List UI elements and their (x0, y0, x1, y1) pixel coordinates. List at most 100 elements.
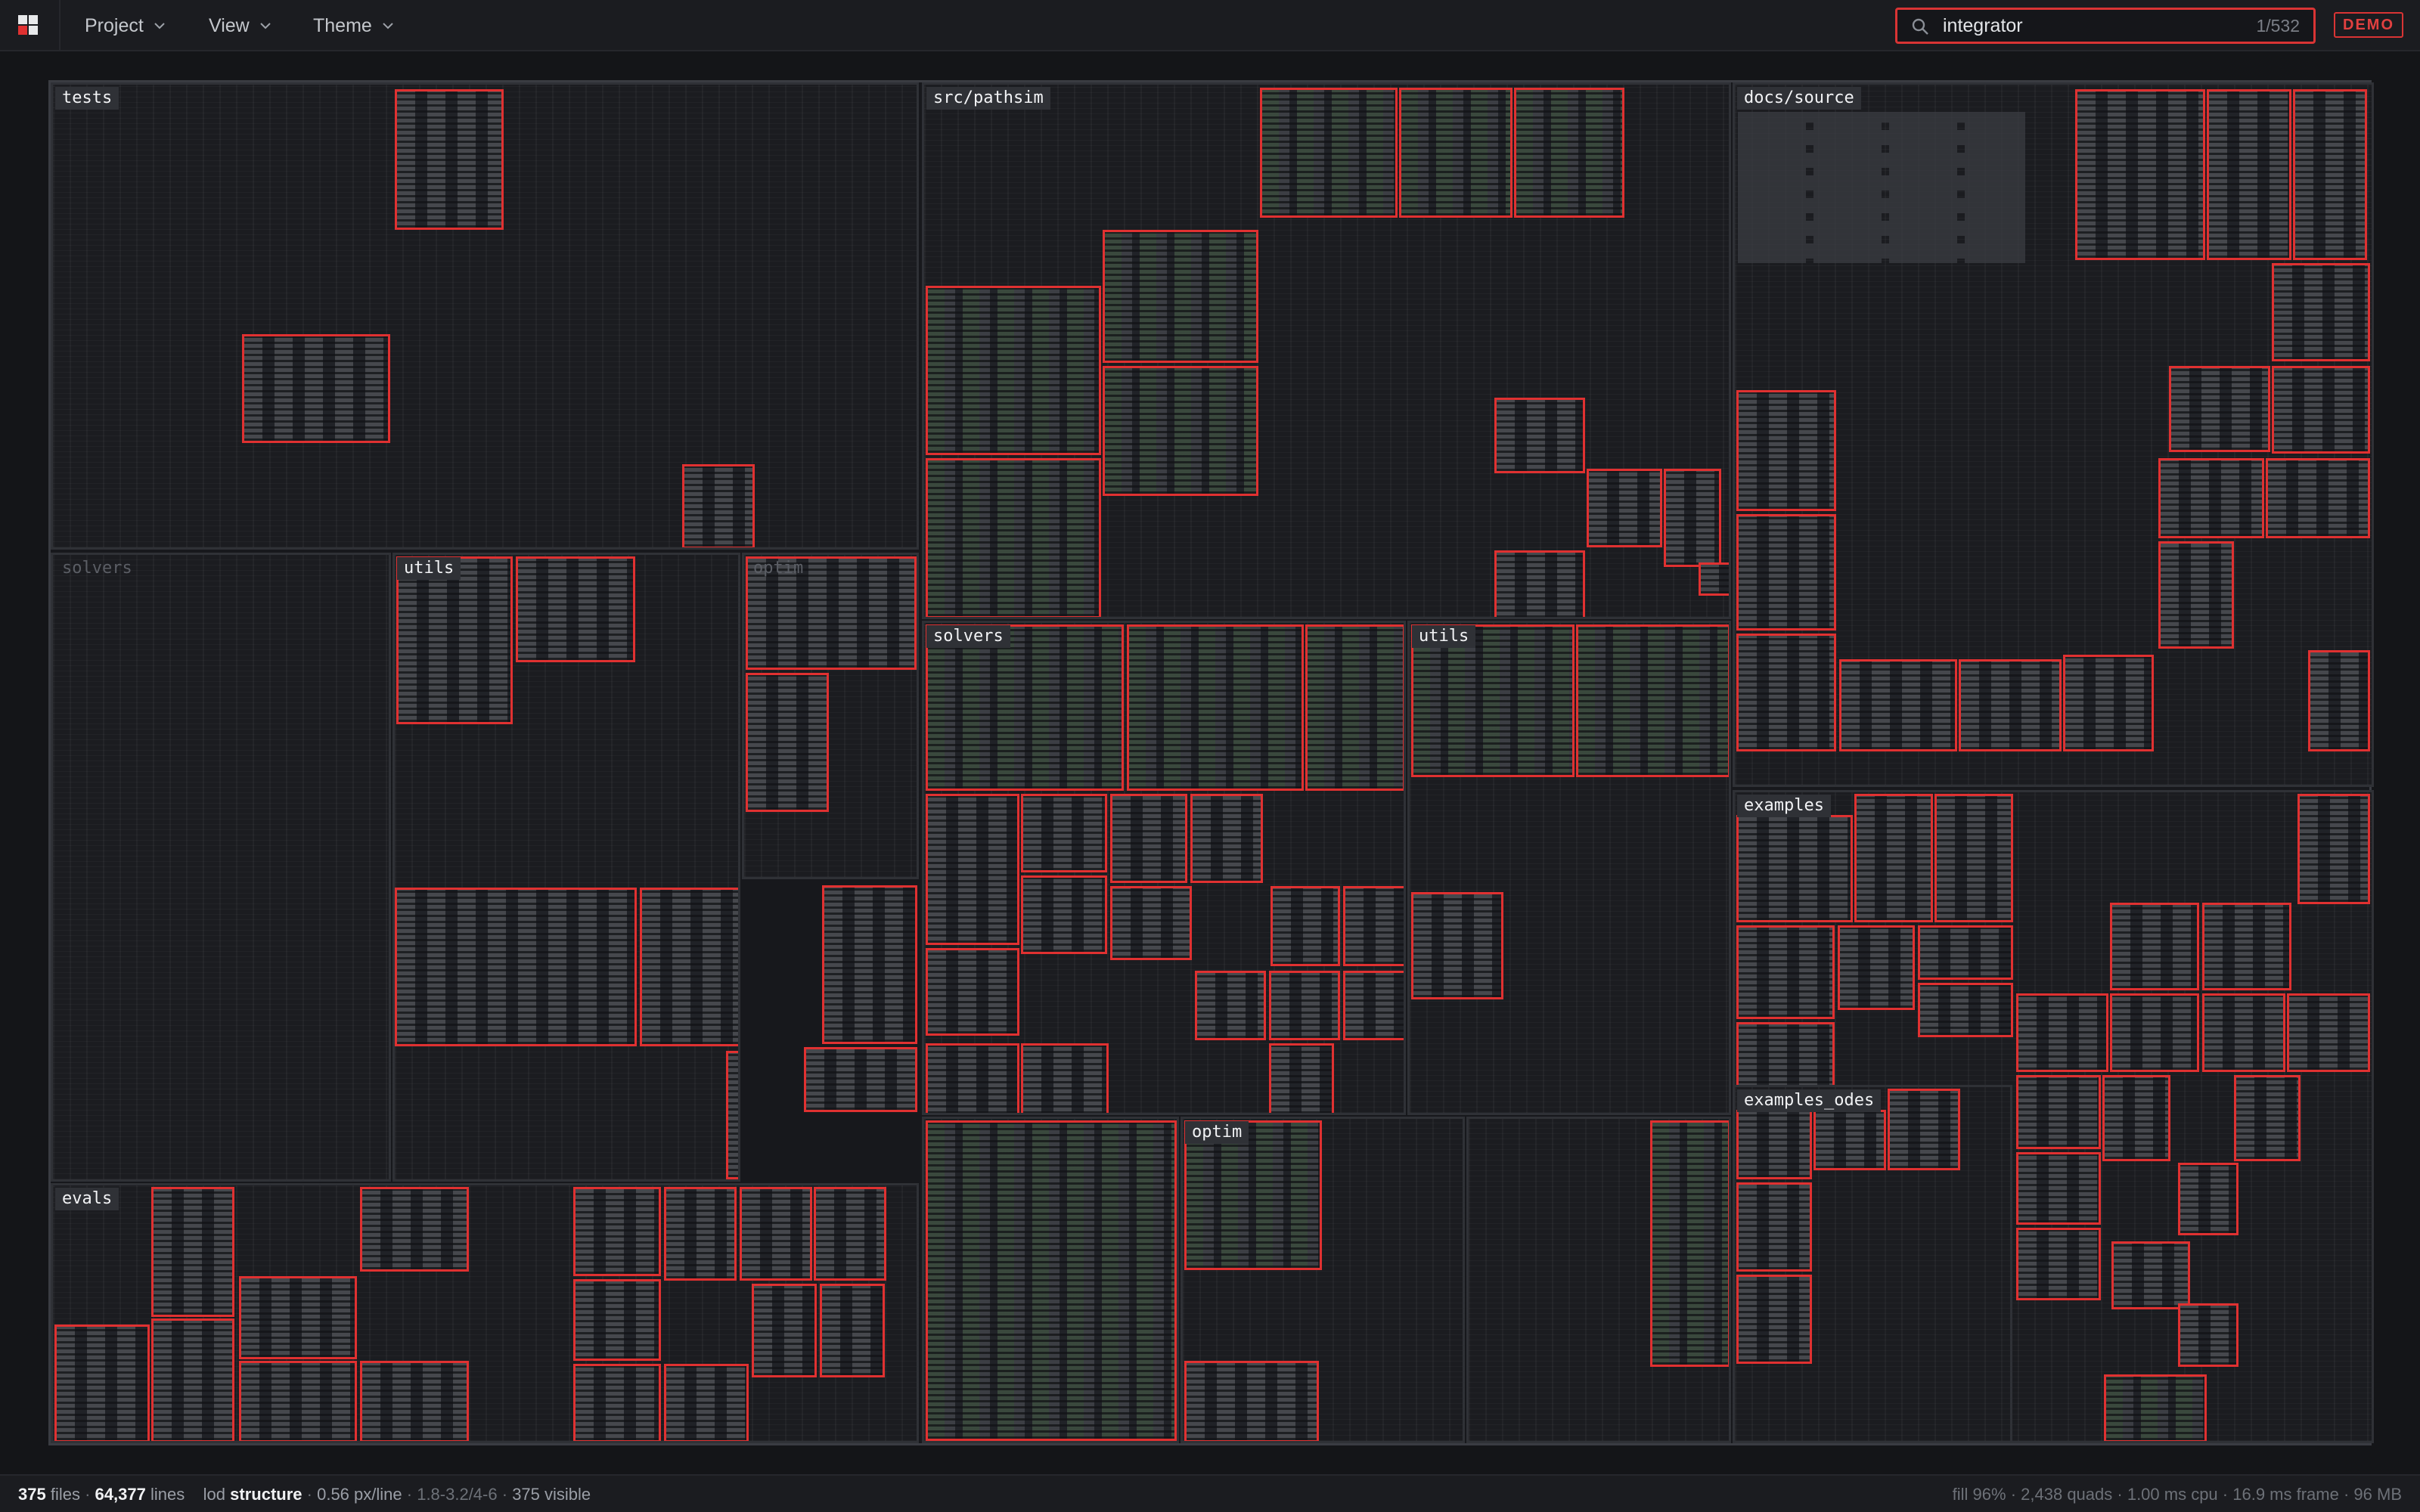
region-src-pathsim[interactable]: src/pathsim (922, 82, 1731, 619)
file-tile[interactable] (1736, 634, 1836, 751)
region-examples-odes[interactable]: examples_odes (1733, 1085, 2012, 1443)
file-tile[interactable] (2207, 89, 2291, 260)
file-tile[interactable] (2178, 1163, 2238, 1235)
file-tile[interactable] (2075, 89, 2205, 260)
file-tile[interactable] (926, 1120, 1177, 1441)
file-tile[interactable] (814, 1187, 886, 1281)
file-tile[interactable] (2297, 794, 2370, 904)
file-tile[interactable] (682, 464, 755, 547)
file-tile[interactable] (822, 885, 917, 1044)
file-tile[interactable] (2102, 1075, 2170, 1161)
file-tile[interactable] (516, 556, 635, 662)
file-tile[interactable] (1699, 562, 1729, 596)
file-tile[interactable] (2016, 993, 2108, 1072)
menu-project[interactable]: Project (85, 0, 166, 51)
file-tile[interactable] (1736, 925, 1835, 1019)
file-tile[interactable] (1260, 88, 1398, 218)
file-tile[interactable] (2016, 1075, 2101, 1149)
menu-view[interactable]: View (209, 0, 272, 51)
file-tile[interactable] (573, 1187, 661, 1276)
file-tile[interactable] (1184, 1361, 1319, 1441)
file-tile[interactable] (395, 888, 637, 1046)
file-tile[interactable] (926, 1043, 1019, 1113)
file-tile[interactable] (1736, 514, 1836, 631)
file-tile[interactable] (1888, 1089, 1960, 1170)
file-tile[interactable] (1195, 971, 1266, 1040)
file-tile[interactable] (360, 1361, 469, 1441)
menu-theme[interactable]: Theme (313, 0, 395, 51)
file-tile[interactable] (1411, 892, 1503, 999)
region-misc-right[interactable] (1466, 1117, 1731, 1443)
file-tile[interactable] (2293, 89, 2367, 260)
file-tile[interactable] (1736, 1275, 1812, 1364)
file-tile[interactable] (1839, 659, 1957, 751)
file-tile[interactable] (395, 89, 504, 230)
file-tile[interactable] (726, 1051, 738, 1179)
file-tile[interactable] (820, 1284, 885, 1377)
file-tile[interactable] (926, 794, 1019, 945)
region-solvers-left[interactable]: solvers (51, 553, 391, 1182)
file-tile[interactable] (926, 286, 1101, 455)
file-tile[interactable] (151, 1318, 234, 1441)
region-utils-mid[interactable]: utils (1407, 621, 1731, 1115)
file-tile[interactable] (1021, 875, 1107, 954)
file-tile[interactable] (239, 1361, 357, 1441)
file-tile[interactable] (926, 948, 1019, 1036)
file-tile[interactable] (2272, 366, 2370, 454)
file-tile[interactable] (1103, 230, 1258, 363)
region-solvers-mid[interactable]: solvers (922, 621, 1406, 1115)
region-docs-source[interactable]: docs/source (1733, 82, 2374, 787)
file-tile[interactable] (1813, 1110, 1886, 1170)
search-box[interactable]: 1/532 (1895, 8, 2316, 44)
file-tile[interactable] (2178, 1303, 2238, 1367)
file-tile[interactable] (239, 1276, 357, 1359)
file-tile[interactable] (54, 1325, 150, 1441)
file-tile[interactable] (2063, 655, 2154, 751)
file-tile[interactable] (1343, 971, 1404, 1040)
file-tile[interactable] (1021, 794, 1107, 872)
treemap-canvas[interactable]: tests solvers utils optim evals src/path… (48, 80, 2374, 1445)
file-tile[interactable] (1021, 1043, 1109, 1113)
file-tile[interactable] (2266, 458, 2370, 538)
file-tile[interactable] (2287, 993, 2370, 1072)
file-tile[interactable] (1736, 1022, 1835, 1092)
file-tile[interactable] (1514, 88, 1624, 218)
file-tile[interactable] (1838, 925, 1915, 1010)
file-tile[interactable] (2104, 1374, 2207, 1441)
file-tile[interactable] (1110, 886, 1192, 960)
search-input[interactable] (1943, 10, 2230, 42)
file-tile[interactable] (664, 1187, 737, 1281)
file-tile[interactable] (1343, 886, 1404, 966)
file-tile[interactable] (740, 1187, 812, 1281)
file-tile[interactable] (2016, 1228, 2101, 1300)
file-tile[interactable] (1494, 550, 1585, 617)
file-tile[interactable] (1399, 88, 1512, 218)
region-misc-mid[interactable] (922, 1117, 1179, 1443)
file-tile[interactable] (2111, 1241, 2190, 1309)
file-tile[interactable] (1587, 469, 1662, 547)
file-tile[interactable] (1650, 1120, 1729, 1367)
file-tile[interactable] (752, 1284, 817, 1377)
file-tile[interactable] (664, 1364, 749, 1441)
file-tile[interactable] (1934, 794, 2013, 922)
file-tile[interactable] (1664, 469, 1721, 567)
file-tile[interactable] (1918, 925, 2013, 980)
file-tile[interactable] (1959, 659, 2062, 751)
file-tile[interactable] (1110, 794, 1187, 883)
file-tile[interactable] (1269, 1043, 1334, 1113)
file-tile[interactable] (926, 624, 1124, 791)
file-tile[interactable] (1736, 815, 1853, 922)
file-tile[interactable] (1269, 971, 1340, 1040)
file-tile[interactable] (242, 334, 390, 443)
region-evals[interactable]: evals (51, 1183, 919, 1443)
file-tile[interactable] (1494, 398, 1585, 473)
file-tile[interactable] (2169, 366, 2270, 452)
region-optim-left[interactable]: optim (742, 553, 919, 879)
file-tile[interactable] (573, 1364, 661, 1441)
file-tile[interactable] (2110, 993, 2199, 1072)
file-tile[interactable] (2158, 541, 2234, 649)
file-tile[interactable] (2202, 903, 2291, 990)
file-tile[interactable] (1918, 983, 2013, 1037)
region-utils-left[interactable]: utils (392, 553, 740, 1182)
file-tile[interactable] (1127, 624, 1304, 791)
